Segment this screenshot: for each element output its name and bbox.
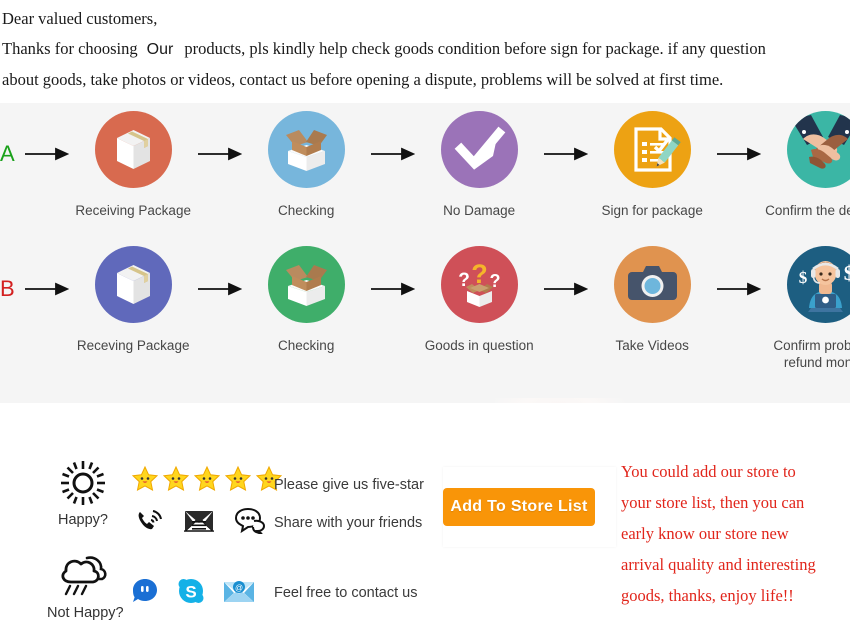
phone-ringing-icon[interactable]	[136, 508, 164, 539]
happy-indicator: Happy?	[47, 458, 119, 528]
flow-step-b-2: Checking	[248, 246, 365, 354]
open-box-icon	[267, 246, 345, 323]
promo-line: goods, thanks, enjoy life!!	[621, 586, 794, 605]
flow-step-label: Take Videos	[615, 338, 689, 353]
signed-document-icon	[613, 111, 691, 188]
message-share: Share with your friends	[274, 515, 423, 531]
skype-icon[interactable]: S	[177, 577, 205, 610]
flow-step-b-1: Receving Package	[75, 246, 192, 354]
arrow-right-icon	[711, 111, 767, 197]
closed-box-icon	[94, 246, 172, 323]
add-to-store-list-button[interactable]: Add To Store List	[443, 488, 595, 526]
arrow-right-icon	[19, 111, 75, 197]
open-box-icon	[267, 111, 345, 188]
not-happy-indicator: Not Happy?	[47, 551, 124, 621]
flow-step-label: Receiving Package	[75, 203, 191, 218]
envelope-icon[interactable]	[182, 509, 216, 538]
svg-text:@: @	[235, 584, 243, 593]
flow-row-b: B Receving Package Checking ? ? ? Goods …	[0, 246, 850, 371]
happy-label: Happy?	[58, 512, 108, 528]
question-box-icon: ? ? ?	[440, 246, 518, 323]
star-icon[interactable]	[224, 465, 252, 498]
intro-line-2-after: products, pls kindly help check goods co…	[184, 39, 766, 58]
promo-line: You could add our store to	[621, 462, 796, 481]
arrow-right-icon	[192, 246, 248, 332]
flow-step-a-2: Checking	[248, 111, 365, 219]
support-agent-icon: $ $	[786, 246, 850, 323]
arrow-right-icon	[711, 246, 767, 332]
intro-text-block: Dear valued customers, Thanks for choosi…	[0, 0, 850, 103]
row-label-a: A	[0, 141, 15, 166]
intro-line-2: Thanks for choosing Our products, pls kind…	[2, 34, 848, 65]
flow-step-label: Confirm problem, refund money	[760, 337, 850, 371]
flow-step-a-3: No Damage	[421, 111, 538, 219]
flow-row-a: A Receiving Package Checking No Damage S…	[0, 111, 850, 219]
not-happy-label: Not Happy?	[47, 605, 124, 621]
handshake-icon	[786, 111, 850, 188]
flow-step-b-5: $ $ Confirm prob refund mon	[767, 246, 850, 371]
promo-line: your store list, then you can	[621, 493, 805, 512]
intro-our-word: Our	[146, 41, 174, 58]
flow-step-label: Checking	[278, 203, 335, 218]
arrow-right-icon	[538, 111, 594, 197]
trademanager-icon[interactable]	[131, 577, 159, 610]
promo-line: arrival quality and interesting	[621, 555, 816, 574]
message-contact: Feel free to contact us	[274, 585, 418, 601]
promo-line: early know our store new	[621, 524, 789, 543]
contact-icons-row-2: S @	[131, 577, 255, 610]
star-icon[interactable]	[131, 465, 159, 498]
flow-step-a-5: Confirm the delivery	[765, 111, 850, 219]
star-rating[interactable]	[131, 465, 283, 498]
flow-step-label: No Damage	[443, 203, 516, 218]
intro-line-2-before: Thanks for choosing	[2, 39, 138, 58]
flow-step-label: Sign for package	[601, 203, 703, 218]
contact-icons-row-1	[136, 507, 266, 539]
row-label-b: B	[0, 276, 15, 301]
arrow-right-icon	[365, 111, 421, 197]
store-promo-text: You could add our store to your store li…	[621, 456, 846, 611]
process-flow-section: A Receiving Package Checking No Damage S…	[0, 103, 850, 403]
svg-text:S: S	[185, 583, 196, 602]
flow-step-a-4: Sign for package	[594, 111, 711, 219]
checkmark-icon	[440, 111, 518, 188]
svg-text:$: $	[798, 268, 807, 287]
email-at-icon[interactable]: @	[223, 578, 255, 609]
flow-step-label: Goods in question	[424, 338, 534, 353]
rain-cloud-icon	[47, 551, 119, 601]
intro-line-3: about goods, take photos or videos, cont…	[2, 70, 724, 89]
message-five-star: Please give us five-star	[274, 477, 424, 493]
flow-step-b-3: ? ? ? Goods in question	[421, 246, 538, 354]
arrow-right-icon	[19, 246, 75, 332]
svg-text:$: $	[843, 261, 850, 285]
flow-step-label: Receving Package	[76, 338, 190, 353]
flow-step-label-line1: Confirm problem,	[773, 338, 850, 353]
closed-box-icon	[94, 111, 172, 188]
star-icon[interactable]	[162, 465, 190, 498]
flow-step-label-line2: refund money	[783, 355, 850, 370]
chat-bubble-icon[interactable]	[234, 507, 266, 539]
camera-icon	[613, 246, 691, 323]
star-icon[interactable]	[193, 465, 221, 498]
arrow-right-icon	[538, 246, 594, 332]
arrow-right-icon	[192, 111, 248, 197]
flow-step-label: Confirm the delivery	[765, 203, 850, 218]
arrow-right-icon	[365, 246, 421, 332]
sun-icon	[47, 458, 119, 508]
flow-step-label: Checking	[278, 338, 335, 353]
flow-step-b-4: Take Videos	[594, 246, 711, 354]
flow-step-a-1: Receiving Package	[75, 111, 192, 219]
intro-line-1: Dear valued customers,	[2, 9, 158, 28]
